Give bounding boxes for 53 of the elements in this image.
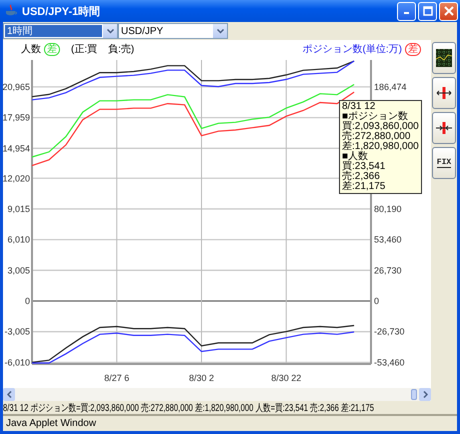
horizontal-scrollbar[interactable] <box>3 388 431 401</box>
axis-label: 8/30 2 <box>188 373 214 383</box>
grid-button[interactable] <box>432 42 456 74</box>
axis-label: 17,959 <box>3 112 30 123</box>
minimize-button[interactable] <box>397 2 416 20</box>
chevron-down-icon <box>216 28 224 34</box>
axis-label: 0 <box>24 296 30 306</box>
axis-label: -6,010 <box>4 357 30 368</box>
period-dropdown[interactable]: 1時間 <box>3 23 118 39</box>
legend-label: ポジション数(単位:万) <box>302 43 402 56</box>
axis-label: 8/30 22 <box>271 373 302 383</box>
axis-label: 53,460 <box>374 234 402 245</box>
axis-label: 0 <box>374 296 380 306</box>
footer-text: Java Applet Window <box>6 418 96 429</box>
maximize-button[interactable] <box>418 2 437 20</box>
legend-note: 負:売) <box>108 42 134 56</box>
legend-note: (正:買 <box>71 43 98 56</box>
expand-button[interactable] <box>432 77 456 109</box>
axis-label: -53,460 <box>374 357 405 368</box>
axis-label: 80,190 <box>374 204 402 214</box>
compress-arrows-icon <box>436 121 452 135</box>
shrink-button[interactable] <box>432 112 456 144</box>
axis-label: 26,730 <box>374 265 402 276</box>
axis-label: 9,015 <box>7 204 30 214</box>
fix-button[interactable]: FIX <box>432 147 456 179</box>
axis-label: 186,474 <box>374 82 407 92</box>
window-title: USD/JPY-1時間 <box>22 4 102 18</box>
chevron-right-icon <box>422 391 428 398</box>
axis-label: 6,010 <box>7 234 30 245</box>
scroll-right-button[interactable] <box>419 388 431 401</box>
close-icon <box>444 6 454 16</box>
grid-chart-icon <box>436 49 452 67</box>
axis-label: 12,020 <box>3 173 30 184</box>
data-tooltip: 8/31 12 ■ポジション数 買:2,093,860,000 売:272,880,000 差:1,820,980,000 ■人数 買:23,541 売:2,366 差:21,175 <box>339 100 422 194</box>
axis-label: 8/27 6 <box>104 373 130 383</box>
pair-dropdown[interactable]: USD/JPY <box>118 23 228 39</box>
axis-label: 20,965 <box>3 82 30 92</box>
legend-marker: 差 <box>405 42 421 56</box>
scroll-left-button[interactable] <box>3 388 15 401</box>
status-text: 8/31 12 ポジション数=買:2,093,860,000 売:272,880,000 差:1,820,980,000 人数=買:23,541 売:2,366 差:21,175 <box>3 402 374 414</box>
axis-label: 3,005 <box>7 265 30 276</box>
axis-label: -3,005 <box>4 326 30 337</box>
coffee-cup-icon <box>4 4 18 18</box>
legend-label: 人数 <box>21 43 41 56</box>
axis-label: 14,954 <box>3 143 30 154</box>
chevron-left-icon <box>6 391 12 398</box>
chevron-down-icon <box>106 28 114 34</box>
axis-label: -26,730 <box>374 326 405 337</box>
legend-marker: 差 <box>44 42 60 56</box>
close-button[interactable] <box>439 2 458 20</box>
maximize-icon <box>422 6 432 16</box>
scroll-thumb[interactable] <box>411 389 417 400</box>
expand-arrows-icon <box>436 86 452 100</box>
